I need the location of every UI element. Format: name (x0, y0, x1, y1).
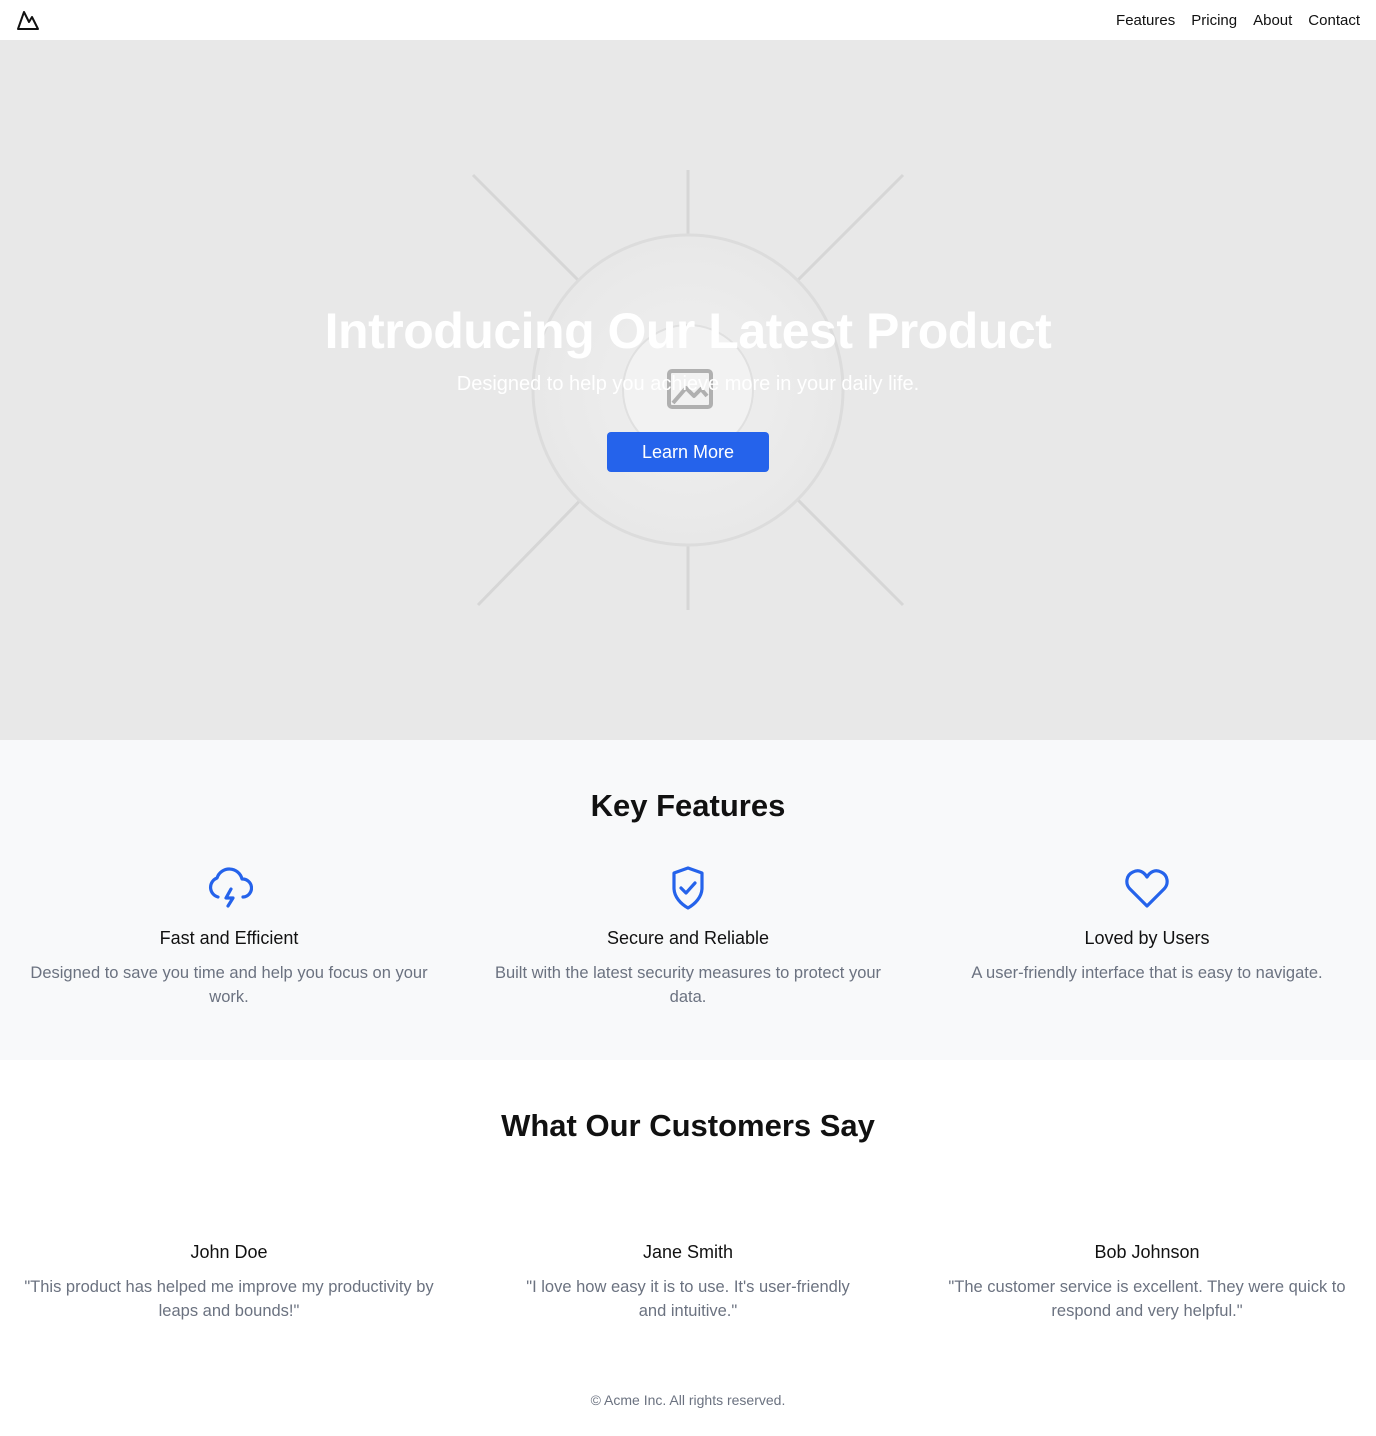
cloud-lightning-icon (208, 867, 253, 908)
feature-title: Secure and Reliable (606, 928, 770, 948)
testimonials-section: What Our Customers Say John Doe "This pr… (0, 1060, 1376, 1360)
testimonials-title: What Our Customers Say (501, 1108, 875, 1143)
main-nav: Features Pricing About Contact (1116, 0, 1360, 40)
hero-section: Introducing Our Latest Product Designed … (0, 40, 1376, 740)
hero-title: Introducing Our Latest Product (324, 303, 1052, 359)
nav-link-contact[interactable]: Contact (1308, 12, 1360, 29)
feature-description: Designed to save you time and help you f… (30, 964, 428, 1006)
site-header: Features Pricing About Contact (0, 0, 1376, 40)
testimonial-quote: "The customer service is excellent. They… (948, 1278, 1346, 1320)
testimonial-author: Jane Smith (642, 1242, 734, 1262)
feature-card: Loved by Users A user-friendly interface… (927, 864, 1367, 985)
testimonial-card: John Doe "This product has helped me imp… (0, 1242, 458, 1323)
nav-link-pricing[interactable]: Pricing (1191, 12, 1237, 29)
shield-check-icon (672, 866, 704, 910)
feature-title: Fast and Efficient (159, 928, 299, 948)
feature-card: Secure and Reliable Built with the lates… (468, 864, 908, 1009)
mountain-icon[interactable] (16, 9, 40, 33)
feature-card: Fast and Efficient Designed to save you … (9, 864, 449, 1009)
learn-more-button[interactable]: Learn More (607, 432, 769, 472)
heart-icon (1125, 869, 1169, 908)
copyright-text: © Acme Inc. All rights reserved. (590, 1392, 786, 1408)
feature-title: Loved by Users (1084, 928, 1210, 948)
testimonial-author: Bob Johnson (1094, 1242, 1200, 1262)
nav-link-features[interactable]: Features (1116, 12, 1175, 29)
nav-link-about[interactable]: About (1253, 12, 1292, 29)
hero-subtitle: Designed to help you achieve more in you… (456, 373, 920, 395)
testimonial-quote: "This product has helped me improve my p… (24, 1278, 434, 1320)
testimonial-card: Jane Smith "I love how easy it is to use… (459, 1242, 917, 1323)
testimonial-card: Bob Johnson "The customer service is exc… (918, 1242, 1376, 1323)
features-section: Key Features Fast and Efficient Designed… (0, 740, 1376, 1060)
features-title: Key Features (590, 788, 786, 823)
feature-description: A user-friendly interface that is easy t… (971, 964, 1323, 982)
feature-description: Built with the latest security measures … (494, 964, 882, 1006)
testimonial-quote: "I love how easy it is to use. It's user… (526, 1278, 850, 1320)
testimonial-author: John Doe (190, 1242, 268, 1262)
site-footer: © Acme Inc. All rights reserved. (0, 1392, 1376, 1408)
